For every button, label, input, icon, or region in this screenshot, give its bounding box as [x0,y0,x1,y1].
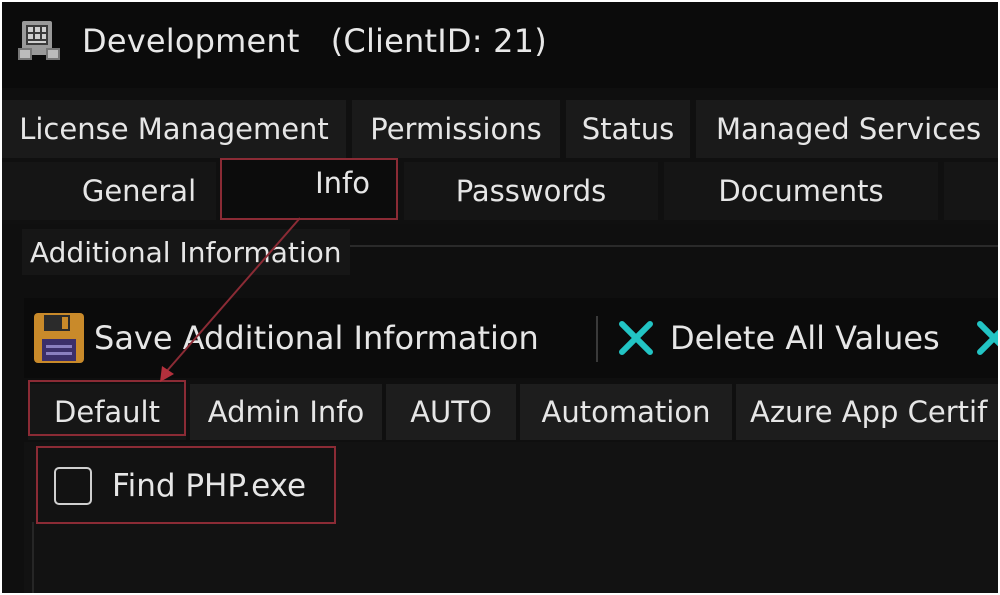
save-button-label: Save Additional Information [94,319,539,357]
tab-passwords[interactable]: Passwords [404,162,658,220]
delete-all-values-button[interactable]: Delete All Values [616,298,940,378]
tab-managed-services[interactable]: Managed Services [696,100,998,158]
content-left-border [32,522,34,593]
tab-license-management[interactable]: License Management [2,100,346,158]
tab-status[interactable]: Status [566,100,690,158]
subtab-azure-app-certif[interactable]: Azure App Certif [736,384,998,440]
highlight-info-tab [220,158,398,220]
toolbar-separator [596,316,598,362]
window-title: Development (ClientID: 21) [82,22,547,60]
subtab-automation[interactable]: Automation [520,384,732,440]
subtab-auto[interactable]: AUTO [386,384,516,440]
tab-overflow [944,162,998,220]
title-bar: Development (ClientID: 21) [2,2,998,88]
tab-row-top: License Management Permissions Status Ma… [2,100,998,162]
subtab-admin-info[interactable]: Admin Info [190,384,382,440]
delete-button-label: Delete All Values [670,319,940,357]
toolbar-overflow-button[interactable] [974,298,998,378]
highlight-default-subtab [28,380,186,436]
computer-grid-icon [18,21,60,60]
group-title: Additional Information [22,229,350,275]
tab-general[interactable]: General [2,162,216,220]
tab-row-bottom: General Info Passwords Documents [2,160,998,224]
highlight-find-php-checkbox [36,446,336,524]
save-additional-information-button[interactable]: Save Additional Information [32,298,539,378]
x-icon [977,321,998,355]
tab-permissions[interactable]: Permissions [352,100,560,158]
floppy-disk-icon [34,313,84,363]
toolbar: Save Additional Information Delete All V… [24,298,998,378]
x-icon [619,321,653,355]
tab-documents[interactable]: Documents [664,162,938,220]
